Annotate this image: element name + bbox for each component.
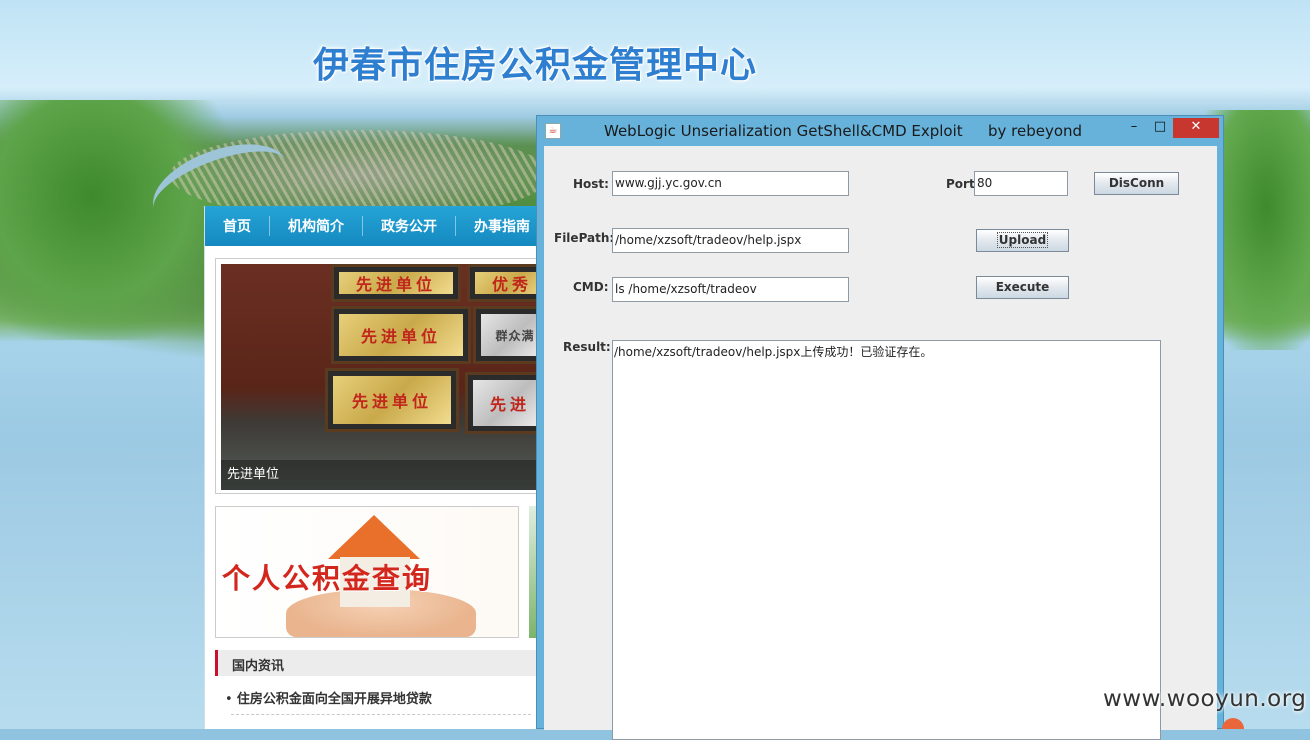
host-label: Host: bbox=[573, 177, 609, 191]
award-plaque: 先进 bbox=[465, 372, 540, 434]
banner-photo: 先进单位 优秀 先进单位 群众满 先进单位 先进 先进单位 bbox=[221, 264, 540, 490]
window-content: Host: www.gjj.yc.gov.cn Port: 80 DisConn… bbox=[544, 146, 1217, 740]
fund-query-ad[interactable]: 个人公积金查询 bbox=[215, 506, 519, 638]
java-app-icon: ☕ bbox=[545, 123, 561, 139]
close-icon[interactable]: ✕ bbox=[1173, 118, 1219, 138]
nav-service-guide[interactable]: 办事指南 bbox=[456, 216, 548, 236]
award-plaque: 优秀 bbox=[467, 264, 540, 302]
result-textarea[interactable]: /home/xzsoft/tradeov/help.jspx上传成功！已验证存在… bbox=[612, 340, 1161, 740]
nav-about[interactable]: 机构简介 bbox=[270, 216, 363, 236]
filepath-label: FilePath: bbox=[554, 231, 615, 245]
execute-button[interactable]: Execute bbox=[976, 276, 1069, 299]
award-plaque: 群众满 bbox=[473, 306, 540, 364]
main-nav: 首页 机构简介 政务公开 办事指南 bbox=[205, 206, 541, 246]
news-section-title: 国内资讯 bbox=[232, 659, 285, 674]
award-plaque: 先进单位 bbox=[331, 306, 471, 364]
news-item-link[interactable]: 住房公积金面向全国开展异地贷款 bbox=[225, 688, 432, 707]
filepath-field[interactable]: /home/xzsoft/tradeov/help.jspx bbox=[612, 228, 849, 253]
exploit-window: ☕ WebLogic Unserialization GetShell&CMD … bbox=[536, 115, 1224, 740]
fund-query-text: 个人公积金查询 bbox=[222, 562, 433, 595]
cmd-label: CMD: bbox=[573, 280, 609, 294]
window-author: by rebeyond bbox=[988, 122, 1083, 140]
wooyun-watermark: www.wooyun.org bbox=[1103, 686, 1307, 712]
disconn-button[interactable]: DisConn bbox=[1094, 172, 1179, 195]
news-divider bbox=[231, 714, 531, 715]
nav-home[interactable]: 首页 bbox=[205, 216, 270, 236]
window-titlebar[interactable]: ☕ WebLogic Unserialization GetShell&CMD … bbox=[537, 116, 1223, 145]
website-page: 首页 机构简介 政务公开 办事指南 先进单位 优秀 先进单位 群众满 先进单位 … bbox=[204, 206, 541, 729]
minimize-icon[interactable]: – bbox=[1121, 118, 1147, 138]
photo-banner[interactable]: 先进单位 优秀 先进单位 群众满 先进单位 先进 先进单位 bbox=[215, 258, 541, 494]
news-section-header: 国内资讯 bbox=[215, 650, 541, 676]
result-label: Result: bbox=[563, 340, 611, 354]
host-field[interactable]: www.gjj.yc.gov.cn bbox=[612, 171, 849, 196]
cmd-field[interactable]: ls /home/xzsoft/tradeov bbox=[612, 277, 849, 302]
banner-caption: 先进单位 bbox=[227, 467, 280, 482]
upload-button[interactable]: Upload bbox=[976, 229, 1069, 252]
award-plaque: 先进单位 bbox=[331, 264, 461, 302]
nav-public-affairs[interactable]: 政务公开 bbox=[363, 216, 456, 236]
award-plaque: 先进单位 bbox=[325, 368, 459, 432]
house-roof-icon bbox=[328, 515, 420, 559]
window-title: WebLogic Unserialization GetShell&CMD Ex… bbox=[604, 122, 963, 140]
site-title: 伊春市住房公积金管理中心 bbox=[313, 45, 758, 86]
upload-button-label: Upload bbox=[996, 232, 1049, 248]
maximize-icon[interactable]: □ bbox=[1147, 118, 1173, 138]
port-field[interactable]: 80 bbox=[974, 171, 1068, 196]
